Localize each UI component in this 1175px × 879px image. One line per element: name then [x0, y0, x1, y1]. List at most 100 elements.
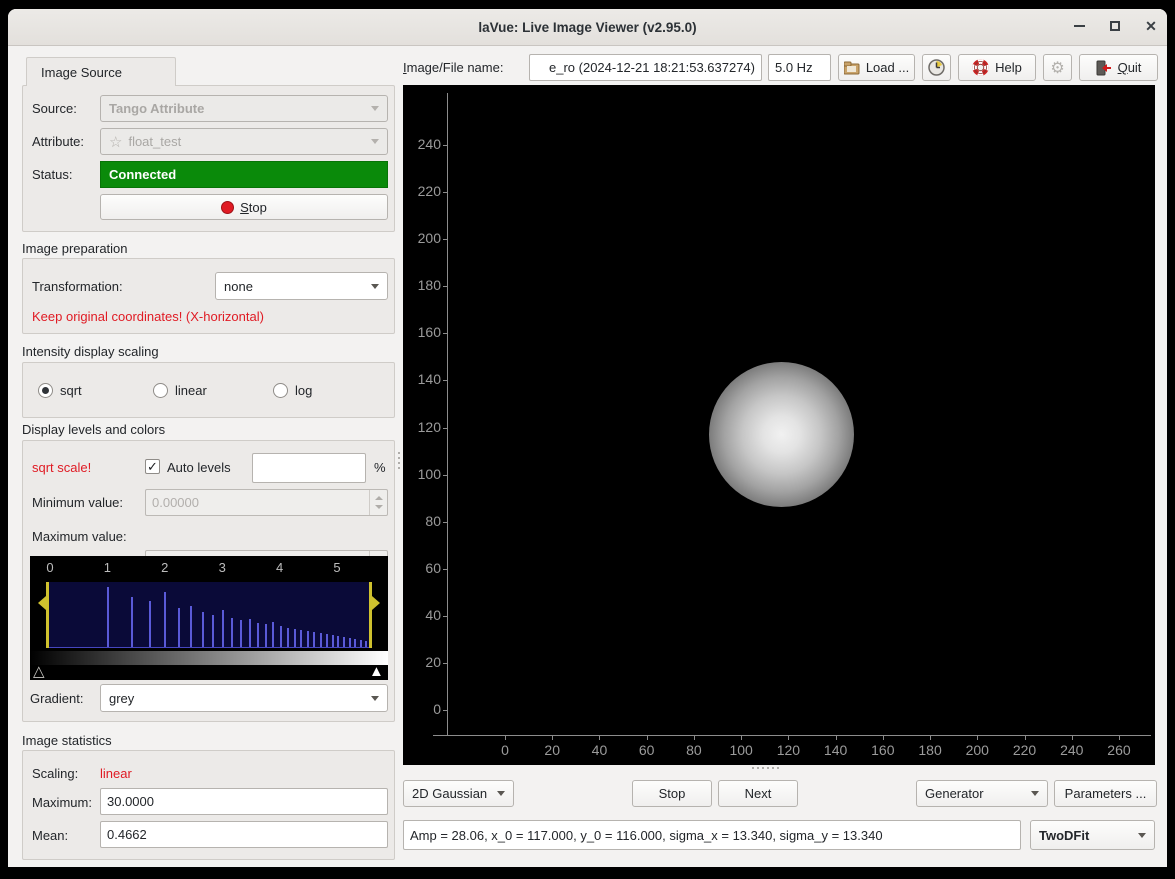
histogram-spike	[349, 638, 351, 647]
file-name-input[interactable]: e_ro (2024-12-21 18:21:53.637274)	[529, 54, 762, 81]
x-tick-mark	[977, 735, 978, 740]
y-tick-mark	[443, 569, 448, 570]
y-tick-mark	[443, 663, 448, 664]
transformation-label: Transformation:	[32, 279, 123, 294]
gradient-combo[interactable]: grey	[100, 684, 388, 712]
max-marker-icon[interactable]: ▲	[369, 664, 384, 679]
y-tick-label: 20	[403, 654, 441, 670]
x-tick-mark	[1119, 735, 1120, 740]
histogram-spike	[107, 587, 109, 647]
statistics-header: Image statistics	[22, 733, 112, 748]
y-axis-line	[447, 93, 448, 736]
y-tick-mark	[443, 239, 448, 240]
help-button[interactable]: Help	[958, 54, 1036, 81]
histogram-plot	[48, 582, 370, 648]
horizontal-splitter-handle[interactable]	[752, 767, 779, 769]
histogram-spike	[240, 620, 242, 647]
source-combo[interactable]: Tango Attribute	[100, 95, 388, 122]
y-tick-mark	[443, 192, 448, 193]
stop-source-button[interactable]: Stop	[100, 194, 388, 220]
load-button[interactable]: Load ...	[838, 54, 915, 81]
image-view[interactable]: 020406080100120140160180200220240 020406…	[403, 85, 1155, 765]
attribute-label: Attribute:	[32, 134, 84, 149]
transformation-combo[interactable]: none	[215, 272, 388, 300]
radio-linear[interactable]	[153, 383, 168, 398]
transformation-value: none	[224, 279, 365, 294]
source-type-combo[interactable]: 2D Gaussian	[403, 780, 514, 807]
generator-combo[interactable]: Generator	[916, 780, 1048, 807]
maximize-icon	[1110, 21, 1120, 31]
fit-mode-value: TwoDFit	[1039, 828, 1132, 843]
x-tick-mark	[599, 735, 600, 740]
range-flag-right-icon	[372, 596, 380, 610]
stat-maximum-label: Maximum:	[32, 795, 92, 810]
stop-source-label: Stop	[240, 200, 267, 215]
auto-levels-checkbox[interactable]: ✓	[145, 459, 160, 474]
tab-image-source[interactable]: Image Source	[26, 57, 176, 86]
stat-maximum-input[interactable]: 30.0000	[100, 788, 388, 815]
spinner-arrows[interactable]	[369, 490, 387, 515]
radio-sqrt[interactable]	[38, 383, 53, 398]
quit-label: Quit	[1118, 60, 1142, 75]
fit-result-field[interactable]: Amp = 28.06, x_0 = 117.000, y_0 = 116.00…	[403, 820, 1021, 850]
refresh-rate-input[interactable]: 5.0 Hz	[768, 54, 831, 81]
histogram-widget[interactable]: 012345 △ ▲	[30, 556, 388, 680]
range-handle-right[interactable]	[369, 582, 372, 648]
status-badge: Connected	[100, 161, 388, 188]
close-icon: ✕	[1145, 19, 1157, 33]
fit-mode-combo[interactable]: TwoDFit	[1030, 820, 1155, 850]
y-tick-label: 0	[403, 701, 441, 717]
min-marker-icon[interactable]: △	[33, 664, 45, 679]
radio-log[interactable]	[273, 383, 288, 398]
radio-log-label: log	[295, 383, 312, 398]
x-tick-label: 60	[627, 742, 667, 758]
titlebar[interactable]: laVue: Live Image Viewer (v2.95.0)	[8, 9, 1167, 46]
histogram-scale-label: 0	[38, 560, 62, 575]
scale-note: sqrt scale!	[32, 460, 91, 475]
histogram-spike	[337, 636, 339, 647]
histogram-spike	[354, 639, 356, 647]
settings-button[interactable]: ⚙	[1043, 54, 1072, 81]
histogram-spike	[332, 635, 334, 647]
help-label: Help	[995, 60, 1022, 75]
vertical-splitter-handle[interactable]	[398, 452, 400, 469]
minimum-spinbox[interactable]: 0.00000	[145, 489, 388, 516]
histogram-spike	[280, 626, 282, 647]
timer-button[interactable]	[922, 54, 951, 81]
status-value: Connected	[109, 167, 176, 182]
x-tick-label: 100	[721, 742, 761, 758]
x-tick-mark	[694, 735, 695, 740]
preparation-header: Image preparation	[22, 241, 128, 256]
y-tick-label: 60	[403, 560, 441, 576]
scaling-header: Intensity display scaling	[22, 344, 159, 359]
fit-result-value: Amp = 28.06, x_0 = 117.000, y_0 = 116.00…	[410, 828, 883, 843]
attribute-combo[interactable]: ☆ float_test	[100, 128, 388, 155]
histogram-spike	[320, 633, 322, 647]
stat-scaling-label: Scaling:	[32, 766, 78, 781]
x-tick-mark	[930, 735, 931, 740]
x-tick-label: 20	[532, 742, 572, 758]
stat-mean-input[interactable]: 0.4662	[100, 821, 388, 848]
radio-linear-label: linear	[175, 383, 207, 398]
minimize-button[interactable]	[1066, 14, 1092, 38]
parameters-button[interactable]: Parameters ...	[1054, 780, 1157, 807]
auto-levels-percent-input[interactable]	[252, 453, 366, 483]
maximize-button[interactable]	[1102, 14, 1128, 38]
percent-label: %	[374, 460, 386, 475]
gradient-preview-bar	[30, 651, 388, 665]
stop-button[interactable]: Stop	[632, 780, 712, 807]
histogram-spike	[131, 597, 133, 647]
generator-value: Generator	[925, 786, 1025, 801]
folder-icon	[844, 61, 860, 75]
histogram-spike	[178, 608, 180, 647]
next-button[interactable]: Next	[718, 780, 798, 807]
tab-image-source-label: Image Source	[41, 65, 122, 80]
x-tick-mark	[836, 735, 837, 740]
histogram-spike	[202, 612, 204, 647]
chevron-down-icon	[1031, 791, 1039, 796]
histogram-spike	[307, 631, 309, 647]
histogram-spike	[265, 624, 267, 647]
range-handle-left[interactable]	[46, 582, 49, 648]
close-button[interactable]: ✕	[1138, 14, 1164, 38]
quit-button[interactable]: Quit	[1079, 54, 1158, 81]
